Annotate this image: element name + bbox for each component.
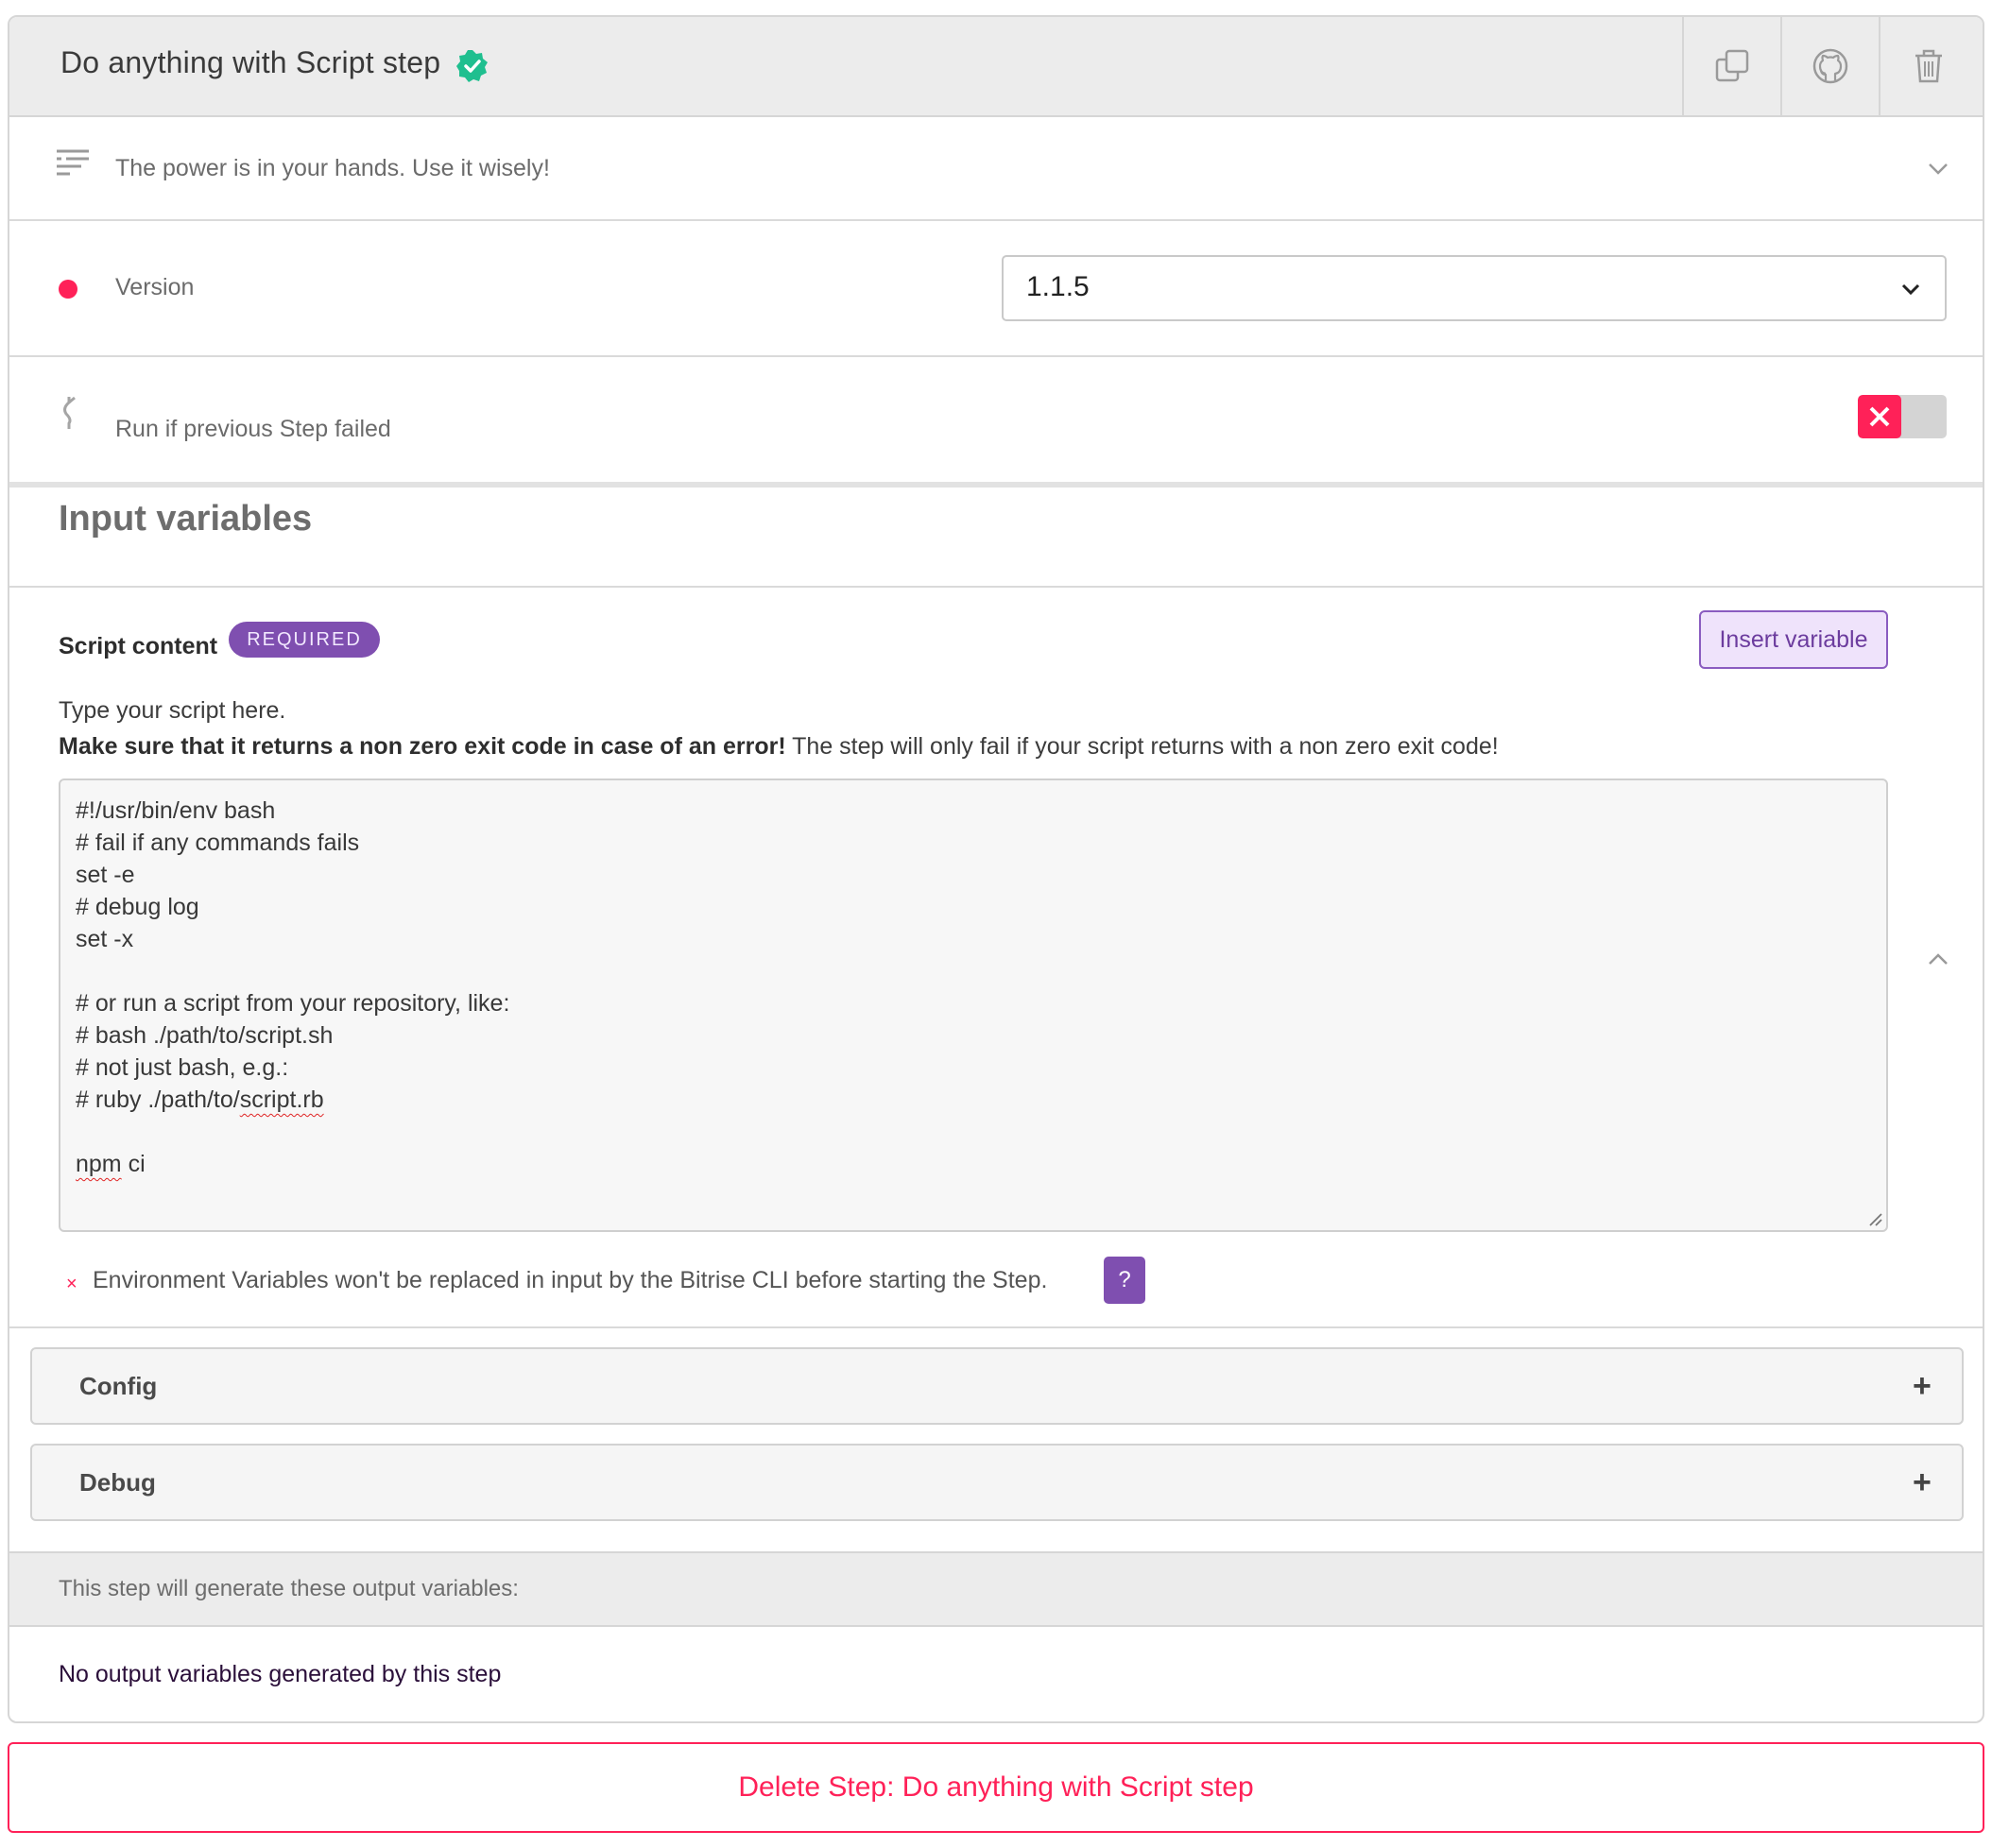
output-variables-title: This step will generate these output var… (59, 1576, 519, 1601)
debug-accordion-label: Debug (79, 1468, 156, 1497)
misspelled-word: script.rb (239, 1087, 324, 1113)
script-warning: Make sure that it returns a non zero exi… (59, 733, 1499, 761)
chevron-down-icon[interactable] (1928, 163, 1949, 176)
step-header: Do anything with Script step (9, 17, 1983, 117)
script-line: # ruby ./path/to/script.rb (76, 1087, 324, 1114)
duplicate-step-button[interactable] (1682, 17, 1780, 115)
run-if-failed-row: Run if previous Step failed (9, 357, 1983, 488)
script-line-text: # ruby ./path/to/ (76, 1087, 240, 1113)
script-line: # not just bash, e.g.: (76, 1054, 289, 1081)
github-button[interactable] (1780, 17, 1879, 115)
delete-step-button[interactable]: Delete Step: Do anything with Script ste… (8, 1742, 1984, 1833)
summary-row[interactable]: The power is in your hands. Use it wisel… (9, 117, 1983, 221)
divider (9, 1326, 1983, 1328)
env-variables-note: Environment Variables won't be replaced … (93, 1267, 1048, 1293)
version-status-dot (59, 280, 77, 299)
output-variables-header: This step will generate these output var… (9, 1551, 1983, 1627)
no-output-message: No output variables generated by this st… (59, 1661, 502, 1687)
script-line: # fail if any commands fails (76, 830, 360, 856)
insert-variable-button[interactable]: Insert variable (1699, 610, 1888, 669)
help-button[interactable]: ? (1104, 1257, 1145, 1304)
step-summary: The power is in your hands. Use it wisel… (115, 155, 550, 181)
trash-icon (1915, 49, 1942, 83)
script-line-text: ci (128, 1151, 146, 1177)
script-line: # or run a script from your repository, … (76, 990, 510, 1017)
script-line: set -x (76, 926, 134, 952)
fork-icon (63, 396, 76, 429)
verified-badge-icon (456, 50, 488, 82)
misspelled-word: npm (76, 1151, 122, 1177)
delete-step-icon-button[interactable] (1879, 17, 1977, 115)
config-accordion[interactable]: Config + (30, 1347, 1964, 1425)
description-icon (57, 149, 89, 176)
script-line: set -e (76, 862, 135, 888)
script-warning-rest: The step will only fail if your script r… (785, 733, 1499, 760)
script-line: #!/usr/bin/env bash (76, 797, 276, 824)
step-card: Do anything with Script step The power i… (8, 15, 1984, 1723)
script-content-label: Script content (59, 633, 218, 659)
script-description: Type your script here. (59, 697, 286, 724)
close-icon (1869, 406, 1890, 427)
script-line: npm ci (76, 1151, 146, 1178)
version-label: Version (115, 274, 195, 300)
duplicate-icon (1715, 49, 1749, 82)
script-warning-bold: Make sure that it returns a non zero exi… (59, 733, 786, 760)
script-line: # debug log (76, 894, 199, 920)
chevron-up-icon[interactable] (1928, 952, 1949, 966)
chevron-down-icon (1901, 283, 1920, 295)
run-if-failed-label: Run if previous Step failed (115, 416, 391, 442)
debug-accordion[interactable]: Debug + (30, 1444, 1964, 1521)
input-variables-title: Input variables (59, 499, 313, 539)
version-select[interactable]: 1.1.5 (1002, 255, 1947, 321)
env-warning-icon: × (66, 1274, 77, 1294)
step-title: Do anything with Script step (60, 45, 441, 79)
plus-icon: + (1913, 1368, 1932, 1404)
script-textarea[interactable]: #!/usr/bin/env bash # fail if any comman… (59, 779, 1888, 1232)
version-select-value: 1.1.5 (1026, 271, 1090, 302)
plus-icon: + (1913, 1464, 1932, 1500)
github-icon (1812, 48, 1848, 84)
script-line: # bash ./path/to/script.sh (76, 1022, 334, 1049)
toggle-off-knob (1858, 395, 1901, 438)
config-accordion-label: Config (79, 1372, 158, 1400)
required-badge: REQUIRED (229, 622, 380, 658)
run-if-failed-toggle[interactable] (1858, 395, 1947, 438)
resize-handle-icon[interactable] (1865, 1209, 1882, 1226)
